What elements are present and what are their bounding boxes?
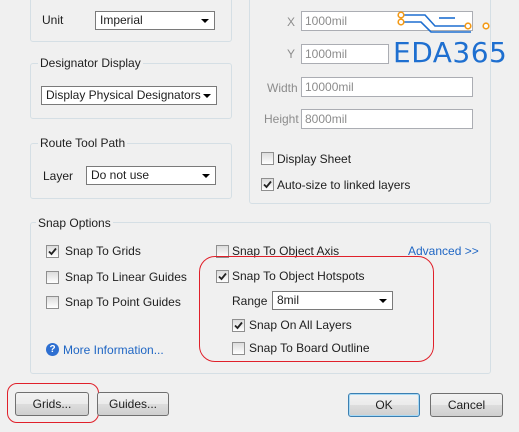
layer-select-value: Do not use xyxy=(91,168,150,182)
snap-to-grids-checkbox[interactable] xyxy=(46,245,59,258)
x-label: X xyxy=(287,15,296,29)
auto-size-label: Auto-size to linked layers xyxy=(277,178,411,192)
chevron-down-icon xyxy=(201,19,209,23)
snap-options-title: Snap Options xyxy=(36,216,113,230)
y-label: Y xyxy=(287,47,296,61)
snap-to-linear-guides-label: Snap To Linear Guides xyxy=(65,270,187,284)
chevron-down-icon xyxy=(203,94,211,98)
width-label: Width xyxy=(267,81,298,95)
cancel-button[interactable]: Cancel xyxy=(430,393,503,417)
designator-display-select-value: Display Physical Designators xyxy=(46,88,201,102)
unit-label: Unit xyxy=(42,13,64,27)
eda365-logo: EDA365 xyxy=(393,36,508,69)
help-icon[interactable]: ? xyxy=(46,343,59,356)
route-tool-path-title: Route Tool Path xyxy=(38,136,128,150)
layer-label: Layer xyxy=(43,169,74,183)
checkmark-icon xyxy=(48,247,57,256)
y-input[interactable]: 1000mil xyxy=(301,44,389,64)
height-input[interactable]: 8000mil xyxy=(301,109,473,129)
snap-to-point-guides-label: Snap To Point Guides xyxy=(65,295,181,309)
designator-display-select[interactable]: Display Physical Designators xyxy=(41,86,217,105)
unit-select[interactable]: Imperial xyxy=(95,11,215,30)
designator-display-title: Designator Display xyxy=(38,56,143,70)
annotation-highlight-hotspots xyxy=(199,256,434,362)
snap-to-linear-guides-checkbox[interactable] xyxy=(46,271,59,284)
snap-to-grids-label: Snap To Grids xyxy=(65,244,141,258)
height-label: Height xyxy=(264,112,299,126)
ok-button[interactable]: OK xyxy=(348,393,420,417)
guides-button[interactable]: Guides... xyxy=(97,392,169,416)
eda365-circuit-icon xyxy=(397,11,490,33)
width-input[interactable]: 10000mil xyxy=(301,77,473,97)
more-information-link[interactable]: More Information... xyxy=(63,343,164,357)
chevron-down-icon xyxy=(202,174,210,178)
annotation-highlight-grids xyxy=(7,383,99,423)
display-sheet-label: Display Sheet xyxy=(277,152,352,166)
layer-select[interactable]: Do not use xyxy=(86,166,216,185)
checkmark-icon xyxy=(263,180,272,189)
auto-size-checkbox[interactable] xyxy=(261,178,274,191)
snap-to-point-guides-checkbox[interactable] xyxy=(46,296,59,309)
unit-select-value: Imperial xyxy=(100,13,143,27)
display-sheet-checkbox[interactable] xyxy=(261,152,274,165)
